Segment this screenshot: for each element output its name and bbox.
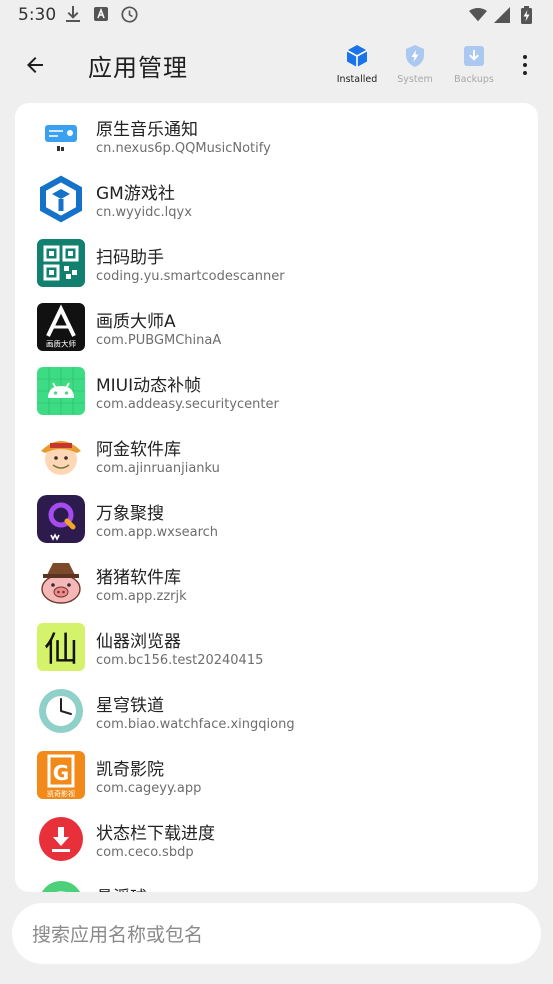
app-name: 原生音乐通知 bbox=[96, 120, 198, 140]
svg-text:凯奇影视: 凯奇影视 bbox=[47, 789, 75, 798]
status-bar: 5:30 bbox=[0, 0, 553, 32]
app-package: coding.yu.smartcodescanner bbox=[96, 269, 285, 284]
music-notify-icon bbox=[37, 111, 85, 159]
kaiqi-cinema-icon: G 凯奇影视 bbox=[37, 751, 85, 799]
app-name: 扫码助手 bbox=[96, 248, 164, 268]
app-package: com.cageyy.app bbox=[96, 781, 202, 796]
android-icon bbox=[37, 367, 85, 415]
tab-backups-label: Backups bbox=[454, 74, 494, 85]
back-button[interactable] bbox=[18, 48, 52, 82]
translate-a-icon bbox=[92, 5, 110, 23]
app-name: 凯奇影院 bbox=[96, 760, 164, 780]
app-name: MIUI动态补帧 bbox=[96, 376, 202, 396]
more-vert-icon bbox=[523, 55, 527, 59]
list-item[interactable]: 悬浮球 bbox=[15, 871, 538, 892]
app-package: com.bc156.test20240415 bbox=[96, 653, 264, 668]
app-package: com.PUBGMChinaA bbox=[96, 333, 222, 348]
app-name: 万象聚搜 bbox=[96, 504, 164, 524]
list-item[interactable]: 扫码助手 coding.yu.smartcodescanner bbox=[15, 231, 538, 295]
list-item[interactable]: MIUI动态补帧 com.addeasy.securitycenter bbox=[15, 359, 538, 423]
list-item[interactable]: 阿金软件库 com.ajinruanjianku bbox=[15, 423, 538, 487]
app-name: 仙器浏览器 bbox=[96, 632, 181, 652]
app-name: GM游戏社 bbox=[96, 184, 175, 204]
tab-backups[interactable]: Backups bbox=[446, 42, 502, 94]
svg-text:G: G bbox=[53, 761, 69, 785]
svg-text:画质大师: 画质大师 bbox=[46, 339, 76, 349]
signal-icon bbox=[493, 6, 511, 24]
letter-a-icon: 画质大师 bbox=[37, 303, 85, 351]
tab-system[interactable]: System bbox=[387, 42, 443, 94]
more-options-button[interactable] bbox=[512, 50, 538, 80]
app-name: 阿金软件库 bbox=[96, 440, 181, 460]
app-package: com.biao.watchface.xingqiong bbox=[96, 717, 295, 732]
ajin-avatar-icon bbox=[37, 431, 85, 479]
list-item[interactable]: GM游戏社 cn.wyyidc.lqyx bbox=[15, 167, 538, 231]
backup-download-icon bbox=[464, 46, 484, 66]
wifi-icon bbox=[469, 6, 487, 24]
cube-icon bbox=[346, 45, 368, 67]
app-package: com.app.zzrjk bbox=[96, 589, 187, 604]
app-package: com.ceco.sbdp bbox=[96, 845, 194, 860]
list-item[interactable]: G 凯奇影视 凯奇影院 com.cageyy.app bbox=[15, 743, 538, 807]
pig-icon bbox=[37, 559, 85, 607]
app-package: com.ajinruanjianku bbox=[96, 461, 220, 476]
wx-search-icon bbox=[37, 495, 85, 543]
clock-icon bbox=[120, 5, 138, 23]
app-name: 猪猪软件库 bbox=[96, 568, 181, 588]
app-name: 画质大师A bbox=[96, 312, 176, 332]
tab-installed-label: Installed bbox=[336, 74, 378, 85]
list-item[interactable]: 画质大师 画质大师A com.PUBGMChinaA bbox=[15, 295, 538, 359]
app-package: cn.wyyidc.lqyx bbox=[96, 205, 192, 220]
app-name: 星穹铁道 bbox=[96, 696, 164, 716]
search-input[interactable] bbox=[30, 903, 524, 966]
qr-code-icon bbox=[37, 239, 85, 287]
list-item[interactable]: 猪猪软件库 com.app.zzrjk bbox=[15, 551, 538, 615]
arrow-left-icon bbox=[27, 57, 43, 73]
app-list[interactable]: 原生音乐通知 cn.nexus6p.QQMusicNotify GM游戏社 cn… bbox=[15, 103, 538, 892]
list-item[interactable]: 仙 仙器浏览器 com.bc156.test20240415 bbox=[15, 615, 538, 679]
tab-system-label: System bbox=[397, 74, 433, 85]
svg-text:仙: 仙 bbox=[44, 630, 78, 670]
app-package: cn.nexus6p.QQMusicNotify bbox=[96, 141, 271, 156]
app-package: com.app.wxsearch bbox=[96, 525, 219, 540]
battery-charging-icon bbox=[517, 6, 535, 24]
list-item[interactable]: 万象聚搜 com.app.wxsearch bbox=[15, 487, 538, 551]
xian-glyph-icon: 仙 bbox=[37, 623, 85, 671]
shield-bolt-icon bbox=[406, 45, 424, 67]
watchface-icon bbox=[37, 687, 85, 735]
list-item[interactable]: 星穹铁道 com.biao.watchface.xingqiong bbox=[15, 679, 538, 743]
search-bar[interactable] bbox=[12, 903, 541, 966]
app-name: 状态栏下载进度 bbox=[96, 824, 215, 844]
gm-cube-icon bbox=[37, 175, 85, 223]
status-time: 5:30 bbox=[18, 5, 57, 25]
download-circle-icon bbox=[37, 815, 85, 863]
float-ball-icon bbox=[37, 879, 85, 892]
page-title: 应用管理 bbox=[88, 54, 188, 82]
app-package: com.addeasy.securitycenter bbox=[96, 397, 279, 412]
app-name: 悬浮球 bbox=[96, 883, 147, 892]
list-item[interactable]: 原生音乐通知 cn.nexus6p.QQMusicNotify bbox=[15, 103, 538, 167]
list-item[interactable]: 状态栏下载进度 com.ceco.sbdp bbox=[15, 807, 538, 871]
download-icon bbox=[64, 5, 82, 23]
tab-installed[interactable]: Installed bbox=[329, 42, 385, 94]
app-bar: 应用管理 Installed System Backups bbox=[0, 32, 553, 98]
